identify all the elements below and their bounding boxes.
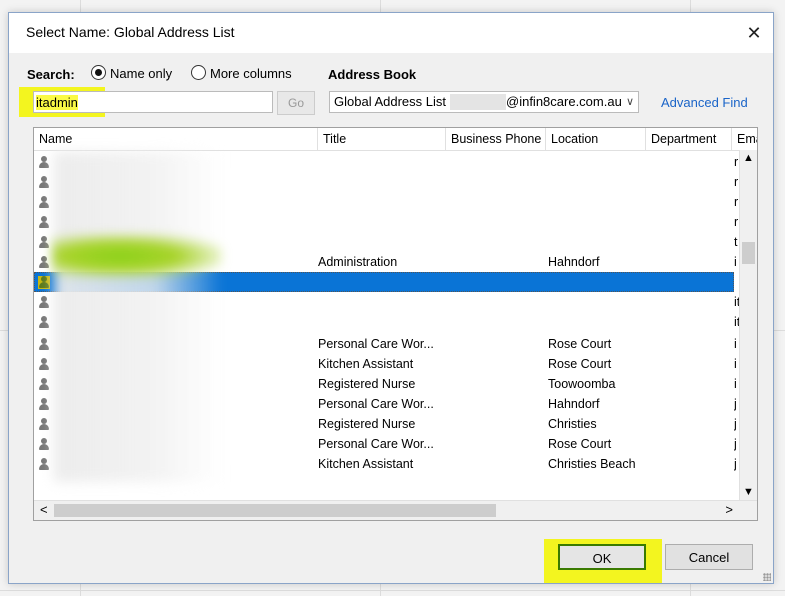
column-header: Name Title Business Phone Location Depar… <box>34 128 757 151</box>
person-icon <box>38 156 50 169</box>
radio-more-columns[interactable]: More columns <box>191 65 292 83</box>
chevron-down-icon: ∨ <box>625 96 634 108</box>
col-business-phone[interactable]: Business Phone <box>446 128 546 150</box>
scroll-up-icon[interactable]: ▲ <box>743 152 754 164</box>
row-location: Hahndorf <box>548 255 600 269</box>
person-icon <box>38 358 50 371</box>
vertical-scrollbar[interactable]: ▲ ▼ <box>739 150 757 500</box>
dialog-title: Select Name: Global Address List <box>26 24 235 40</box>
row-location: Hahndorf <box>548 397 600 411</box>
address-book-label: Address Book <box>328 67 417 82</box>
close-icon[interactable]: ✕ <box>739 19 769 47</box>
col-email[interactable]: Ema <box>732 128 757 150</box>
person-icon <box>38 256 50 269</box>
row-title: Registered Nurse <box>318 377 416 391</box>
redacted-highlight <box>52 234 222 278</box>
person-icon <box>38 176 50 189</box>
vertical-scroll-thumb[interactable] <box>742 242 755 264</box>
person-icon <box>38 216 50 229</box>
col-department[interactable]: Department <box>646 128 732 150</box>
person-icon <box>38 378 50 391</box>
go-button[interactable]: Go <box>277 91 315 115</box>
cancel-button[interactable]: Cancel <box>665 544 753 570</box>
row-title: Personal Care Wor... <box>318 397 434 411</box>
row-location: Toowoomba <box>548 377 616 391</box>
radio-more-columns-label: More columns <box>210 66 292 81</box>
col-location[interactable]: Location <box>546 128 646 150</box>
person-icon <box>38 196 50 209</box>
search-label: Search: <box>27 67 75 82</box>
scroll-right-icon[interactable]: > <box>725 502 733 517</box>
search-value: itadmin <box>36 95 78 110</box>
radio-name-only-label: Name only <box>110 66 173 81</box>
person-icon <box>38 338 50 351</box>
row-location: Christies Beach <box>548 457 636 471</box>
row-location: Christies <box>548 417 597 431</box>
title-bar: Select Name: Global Address List ✕ <box>9 13 773 53</box>
person-icon <box>38 418 50 431</box>
person-icon <box>38 398 50 411</box>
radio-unselected-icon <box>191 65 206 80</box>
horizontal-scrollbar[interactable]: < > <box>34 500 757 520</box>
person-icon <box>38 236 50 249</box>
row-location: Rose Court <box>548 337 612 351</box>
row-title: Kitchen Assistant <box>318 357 414 371</box>
col-title[interactable]: Title <box>318 128 446 150</box>
row-title: Personal Care Wor... <box>318 437 434 451</box>
row-location: Rose Court <box>548 357 612 371</box>
redacted-domain <box>450 94 506 110</box>
scroll-left-icon[interactable]: < <box>40 502 48 517</box>
search-input[interactable]: itadmin <box>33 91 273 113</box>
address-book-select[interactable]: Global Address List @infin8care.com.au ∨ <box>329 91 639 113</box>
row-title: Kitchen Assistant <box>318 457 414 471</box>
radio-selected-icon <box>91 65 106 80</box>
select-name-dialog: Select Name: Global Address List ✕ Searc… <box>8 12 774 584</box>
person-icon <box>38 316 50 329</box>
person-icon <box>38 296 50 309</box>
person-icon <box>38 438 50 451</box>
address-book-domain: @infin8care.com.au <box>506 94 622 109</box>
row-title: Administration <box>318 255 398 269</box>
row-title: Registered Nurse <box>318 417 416 431</box>
address-book-name: Global Address List <box>334 94 447 109</box>
resize-grip[interactable] <box>763 573 771 581</box>
radio-name-only[interactable]: Name only <box>91 65 172 83</box>
row-title: Personal Care Wor... <box>318 337 434 351</box>
col-name[interactable]: Name <box>34 128 318 150</box>
scroll-down-icon[interactable]: ▼ <box>743 486 754 498</box>
horizontal-scroll-thumb[interactable] <box>54 504 496 517</box>
ok-button[interactable]: OK <box>558 544 646 570</box>
person-icon <box>38 276 50 289</box>
advanced-find-link[interactable]: Advanced Find <box>661 95 748 110</box>
contact-list[interactable]: Name Title Business Phone Location Depar… <box>33 127 758 521</box>
person-icon <box>38 458 50 471</box>
row-location: Rose Court <box>548 437 612 451</box>
redacted-names <box>54 152 222 482</box>
dialog-body: Search: Name only More columns Address B… <box>9 53 773 583</box>
